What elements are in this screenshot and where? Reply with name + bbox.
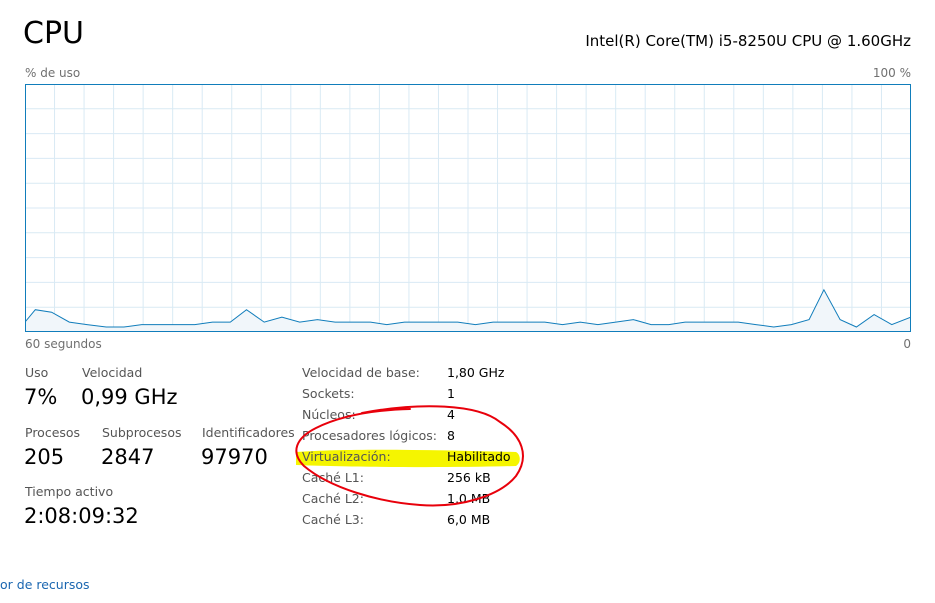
detail-label-cache-l1: Caché L1: (302, 470, 364, 485)
detail-label-cache-l3: Caché L3: (302, 512, 364, 527)
identificadores-value: 97970 (201, 445, 268, 469)
detail-value-nucleos: 4 (447, 407, 455, 422)
tiempo-activo-value: 2:08:09:32 (24, 504, 139, 528)
graph-grid (25, 84, 911, 332)
detail-value-procesadores-logicos: 8 (447, 428, 455, 443)
cpu-model-name: Intel(R) Core(TM) i5-8250U CPU @ 1.60GHz (585, 32, 911, 50)
detail-label-nucleos: Núcleos: (302, 407, 356, 422)
procesos-value: 205 (24, 445, 65, 469)
procesos-label: Procesos (25, 425, 81, 440)
detail-label-procesadores-logicos: Procesadores lógicos: (302, 428, 437, 443)
cpu-usage-graph (25, 84, 911, 332)
velocidad-label: Velocidad (82, 365, 143, 380)
graph-x-right-label: 0 (903, 337, 911, 351)
detail-value-cache-l2: 1,0 MB (447, 491, 491, 506)
detail-value-sockets: 1 (447, 386, 455, 401)
graph-y-max-label: 100 % (872, 66, 911, 80)
subprocesos-label: Subprocesos (102, 425, 182, 440)
resource-monitor-link[interactable]: or de recursos (0, 577, 90, 593)
detail-value-cache-l1: 256 kB (447, 470, 491, 485)
detail-value-virtualizacion: Habilitado (447, 449, 511, 464)
detail-label-sockets: Sockets: (302, 386, 355, 401)
velocidad-value: 0,99 GHz (81, 385, 178, 409)
subprocesos-value: 2847 (101, 445, 155, 469)
detail-value-velocidad-base: 1,80 GHz (447, 365, 505, 380)
tiempo-activo-label: Tiempo activo (25, 484, 114, 499)
detail-label-velocidad-base: Velocidad de base: (302, 365, 420, 380)
graph-y-label: % de uso (25, 66, 81, 80)
graph-x-left-label: 60 segundos (25, 337, 102, 351)
page-title: CPU (23, 16, 84, 51)
uso-value: 7% (24, 385, 58, 409)
identificadores-label: Identificadores (202, 425, 295, 440)
detail-label-virtualizacion: Virtualización: (302, 449, 391, 464)
uso-label: Uso (25, 365, 49, 380)
detail-value-cache-l3: 6,0 MB (447, 512, 491, 527)
detail-label-cache-l2: Caché L2: (302, 491, 364, 506)
